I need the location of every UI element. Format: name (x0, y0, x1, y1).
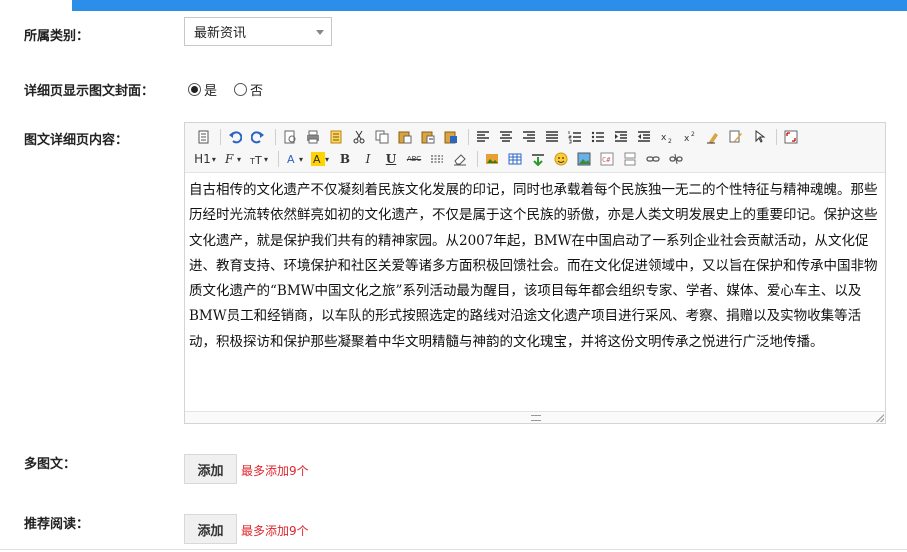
recommend-hint: 最多添加9个 (241, 524, 309, 538)
outdent-icon[interactable] (634, 127, 654, 147)
link-icon[interactable] (643, 149, 663, 169)
format-painter-icon[interactable] (726, 127, 746, 147)
underline-button[interactable]: U (381, 149, 401, 169)
detail-label: 图文详细页内容： (24, 133, 129, 148)
chevron-down-icon (316, 30, 324, 35)
redo-icon[interactable] (248, 127, 268, 147)
unlink-icon[interactable] (666, 149, 686, 169)
strikethrough-button[interactable]: ABC (404, 149, 424, 169)
editor-statusbar (185, 411, 885, 423)
insert-row-icon[interactable] (528, 149, 548, 169)
paste-text-icon[interactable] (418, 127, 438, 147)
eraser-icon[interactable] (450, 149, 470, 169)
cover-radio-yes[interactable] (188, 83, 201, 96)
category-label: 所属类别： (24, 29, 90, 44)
category-select[interactable]: 最新资讯 (184, 17, 332, 46)
editor-toolbar: x2 x2 H1 ▾ F ▾ T T ▾ A ▾ A ▾ B I U ABC C… (185, 123, 885, 173)
emoticon-icon[interactable] (551, 149, 571, 169)
heading-label: H1 (194, 152, 211, 166)
source-code-icon[interactable] (193, 127, 213, 147)
font-color-icon: A (287, 153, 295, 166)
cut-icon[interactable] (349, 127, 369, 147)
bold-button[interactable]: B (335, 149, 355, 169)
font-family-dropdown[interactable]: F ▾ (220, 149, 244, 169)
multi-add-button[interactable]: 添加 (184, 454, 237, 484)
align-left-icon[interactable] (473, 127, 493, 147)
rich-text-editor: x2 x2 H1 ▾ F ▾ T T ▾ A ▾ A ▾ B I U ABC C… (184, 122, 886, 424)
cover-label: 详细页显示图文封面： (24, 84, 155, 99)
page-break-icon[interactable] (620, 149, 640, 169)
svg-text:T: T (254, 154, 262, 166)
multi-hint: 最多添加9个 (241, 464, 309, 478)
template-icon[interactable] (326, 127, 346, 147)
paste-icon[interactable] (395, 127, 415, 147)
svg-text:x: x (661, 133, 667, 143)
ordered-list-icon[interactable] (565, 127, 585, 147)
resize-handle-icon[interactable] (876, 414, 884, 422)
clear-format-icon[interactable] (703, 127, 723, 147)
multi-label: 多图文： (24, 457, 77, 472)
cover-radio-yes-label: 是 (204, 84, 218, 99)
editor-content[interactable]: 自古相传的文化遗产不仅凝刻着民族文化发展的印记，同时也承载着每个民族独一无二的个… (189, 178, 879, 355)
svg-text:x: x (684, 134, 690, 144)
heading-dropdown[interactable]: H1 ▾ (193, 149, 217, 169)
recommend-add-button[interactable]: 添加 (184, 514, 237, 544)
category-select-value: 最新资讯 (194, 26, 247, 41)
table-icon[interactable] (505, 149, 525, 169)
font-color-dropdown[interactable]: A ▾ (283, 149, 305, 169)
preview-icon[interactable] (280, 127, 300, 147)
italic-button[interactable]: I (358, 149, 378, 169)
indent-icon[interactable] (611, 127, 631, 147)
cover-radio-no-label: 否 (250, 84, 264, 99)
svg-text:2: 2 (691, 131, 695, 138)
font-family-icon: F (224, 152, 234, 166)
undo-icon[interactable] (225, 127, 245, 147)
recommend-label: 推荐阅读： (24, 517, 90, 532)
copy-icon[interactable] (372, 127, 392, 147)
cover-radio-group: 是 否 (188, 80, 280, 99)
image-upload-icon[interactable] (482, 149, 502, 169)
align-justify-icon[interactable] (542, 127, 562, 147)
resize-grip-icon[interactable] (531, 415, 541, 421)
background-color-dropdown[interactable]: A ▾ (308, 149, 332, 169)
svg-text:A: A (313, 153, 321, 166)
top-accent-bar (72, 0, 907, 11)
fullscreen-icon[interactable] (781, 127, 801, 147)
align-center-icon[interactable] (496, 127, 516, 147)
svg-text:C#: C# (602, 156, 611, 164)
print-icon[interactable] (303, 127, 323, 147)
select-all-icon[interactable] (749, 127, 769, 147)
align-right-icon[interactable] (519, 127, 539, 147)
font-size-icon: TT (250, 154, 262, 166)
unordered-list-icon[interactable] (588, 127, 608, 147)
code-icon[interactable]: C# (597, 149, 617, 169)
svg-text:2: 2 (668, 138, 672, 144)
subscript-icon[interactable]: x2 (657, 127, 677, 147)
font-size-dropdown[interactable]: T T ▾ (247, 149, 271, 169)
cover-radio-no[interactable] (234, 83, 248, 96)
highlight-icon: A (310, 152, 325, 166)
svg-text:A: A (287, 153, 295, 166)
horizontal-rule-icon[interactable] (427, 149, 447, 169)
superscript-icon[interactable]: x2 (680, 127, 700, 147)
paste-word-icon[interactable] (441, 127, 461, 147)
divider (0, 549, 907, 550)
svg-text:F: F (224, 152, 234, 166)
image-icon[interactable] (574, 149, 594, 169)
